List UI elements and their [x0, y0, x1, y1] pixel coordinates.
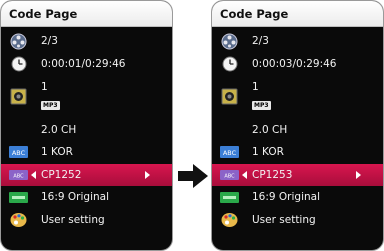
previous-arrow-icon[interactable] — [242, 170, 247, 179]
title-value: 2/3 — [252, 35, 269, 48]
panel-title: Code Page — [212, 1, 383, 27]
audio-format-badge: MP3 — [41, 100, 60, 110]
audio-format-badge: MP3 — [252, 100, 271, 110]
audio-track-value: 1 — [252, 80, 259, 93]
film-reel-icon — [9, 33, 28, 50]
subtitle-abc-icon: ABC — [220, 145, 239, 160]
panel-title: Code Page — [1, 1, 172, 27]
code-page-abc-icon: ABC — [9, 167, 28, 182]
row-code-page[interactable]: ABC CP1253 — [212, 163, 383, 186]
row-subtitle[interactable]: ABC 1 KOR — [212, 141, 383, 163]
previous-arrow-icon[interactable] — [31, 170, 36, 179]
aspect-value: 16:9 Original — [252, 191, 321, 204]
abc-small-label: ABC — [224, 173, 235, 179]
speaker-icon — [9, 88, 28, 105]
code-page-value: CP1253 — [252, 168, 293, 181]
subtitle-abc-icon: ABC — [9, 145, 28, 160]
audio-track-value: 1 — [41, 80, 48, 93]
picture-mode-value: User setting — [41, 213, 105, 226]
abc-small-label: ABC — [13, 173, 24, 179]
code-page-abc-icon: ABC — [220, 167, 239, 182]
row-title[interactable]: 2/3 — [1, 30, 172, 52]
picture-mode-value: User setting — [252, 213, 316, 226]
time-value: 0:00:03/0:29:46 — [252, 57, 337, 70]
row-code-page[interactable]: ABC CP1252 — [1, 163, 172, 186]
palette-icon — [9, 212, 28, 227]
film-reel-icon — [220, 33, 239, 50]
aspect-ratio-icon — [220, 190, 239, 205]
audio-channels-value: 2.0 CH — [41, 123, 77, 136]
transition-arrow-icon — [178, 164, 208, 188]
row-channels[interactable]: 2.0 CH — [212, 119, 383, 141]
row-title[interactable]: 2/3 — [212, 30, 383, 52]
row-aspect[interactable]: 16:9 Original — [1, 186, 172, 208]
row-aspect[interactable]: 16:9 Original — [212, 186, 383, 208]
next-arrow-icon[interactable] — [356, 170, 361, 179]
abc-label: ABC — [223, 149, 237, 157]
row-time[interactable]: 0:00:01/0:29:46 — [1, 52, 172, 74]
row-audio[interactable]: 1 MP3 — [212, 75, 383, 119]
row-audio[interactable]: 1 MP3 — [1, 75, 172, 119]
subtitle-language-value: 1 KOR — [252, 146, 284, 159]
aspect-ratio-icon — [9, 190, 28, 205]
row-time[interactable]: 0:00:03/0:29:46 — [212, 52, 383, 74]
code-page-panel-after: Code Page 2/3 0:00:03/0:29:46 1 MP3 2.0 … — [211, 0, 384, 251]
abc-label: ABC — [12, 149, 26, 157]
row-subtitle[interactable]: ABC 1 KOR — [1, 141, 172, 163]
clock-icon — [9, 56, 28, 72]
info-list: 2/3 0:00:03/0:29:46 1 MP3 2.0 CH ABC 1 K… — [212, 30, 383, 231]
audio-channels-value: 2.0 CH — [252, 123, 288, 136]
code-page-panel-before: Code Page 2/3 0:00:01/0:29:46 1 MP3 2.0 … — [0, 0, 173, 251]
clock-icon — [220, 56, 239, 72]
aspect-value: 16:9 Original — [41, 191, 110, 204]
row-picture[interactable]: User setting — [212, 208, 383, 230]
row-channels[interactable]: 2.0 CH — [1, 119, 172, 141]
next-arrow-icon[interactable] — [145, 170, 150, 179]
time-value: 0:00:01/0:29:46 — [41, 57, 126, 70]
title-value: 2/3 — [41, 35, 58, 48]
speaker-icon — [220, 88, 239, 105]
subtitle-language-value: 1 KOR — [41, 146, 73, 159]
info-list: 2/3 0:00:01/0:29:46 1 MP3 2.0 CH ABC 1 K… — [1, 30, 172, 231]
code-page-value: CP1252 — [41, 168, 82, 181]
palette-icon — [220, 212, 239, 227]
row-picture[interactable]: User setting — [1, 208, 172, 230]
